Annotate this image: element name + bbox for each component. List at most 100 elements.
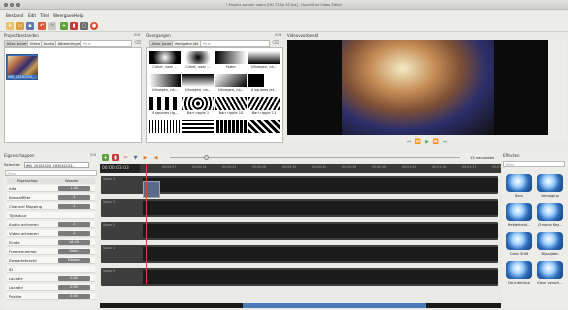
property-row[interactable]: Zwaartekracht Midden — [7, 257, 95, 264]
menu-titel[interactable]: Titel — [40, 11, 49, 20]
jump-end-icon[interactable]: ⏭ — [441, 139, 449, 146]
effect-item[interactable]: Chroma Key... — [535, 203, 565, 230]
transition-item[interactable]: Barr ripple 10 — [215, 97, 247, 117]
property-row[interactable]: Audio activeren -1 — [7, 221, 95, 228]
transition-item[interactable]: Fader — [215, 51, 247, 71]
property-value[interactable]: Geen — [58, 249, 90, 254]
snapping-icon[interactable]: ▮ — [112, 154, 119, 161]
next-marker-icon[interactable]: ◀ — [152, 154, 159, 161]
menu-weergave[interactable]: Weergave — [53, 11, 74, 20]
property-value[interactable]: -1 — [58, 231, 90, 236]
track-3[interactable]: Spoor 3 — [101, 199, 498, 217]
properties-filter-input[interactable]: Filter — [5, 170, 97, 176]
property-value[interactable]: 0.00 — [58, 285, 90, 290]
play-icon[interactable]: ▶ — [423, 139, 431, 146]
transition-item[interactable]: 4 squares rig... — [149, 97, 181, 117]
effect-item[interactable]: Bijsnijden — [535, 232, 565, 259]
property-row[interactable]: Locatie 0.00 — [7, 275, 95, 282]
menu-help[interactable]: Help — [74, 11, 84, 20]
dock-controls-icon[interactable]: ⊞⊠ — [134, 32, 141, 39]
marker-icon[interactable]: ▼ — [132, 154, 139, 161]
zoom-slider[interactable] — [170, 157, 460, 158]
property-value[interactable]: 1.00 — [58, 186, 90, 191]
new-project-icon[interactable]: + — [6, 22, 14, 30]
property-row[interactable]: ID — [7, 266, 95, 273]
transitions-title: Overgangen — [146, 33, 171, 38]
property-value[interactable]: -1 — [58, 204, 90, 209]
property-value[interactable]: -1 — [58, 222, 90, 227]
transition-item[interactable]: Cirkel, naar ... — [149, 51, 181, 71]
property-row[interactable]: Einde 16.00 — [7, 239, 95, 246]
dock-controls-icon[interactable]: ⊞⊠ — [90, 152, 97, 159]
track-1[interactable]: Spoor 1 — [101, 245, 498, 263]
property-value[interactable]: 0.00 — [58, 294, 90, 299]
scrollbar-thumb[interactable] — [243, 303, 426, 308]
transition-item[interactable] — [248, 120, 280, 140]
previous-marker-icon[interactable]: ▶ — [142, 154, 149, 161]
dock-controls-icon[interactable]: ⊞⊠ — [275, 32, 282, 39]
export-video-icon[interactable]: ● — [90, 22, 98, 30]
property-row[interactable]: Channel Mapping -1 — [7, 203, 95, 210]
import-files-icon[interactable]: + — [60, 22, 68, 30]
property-row[interactable]: Positie 0.00 — [7, 293, 95, 300]
rewind-icon[interactable]: ⏪ — [414, 139, 422, 146]
property-row[interactable]: Alfa 1.00 — [7, 185, 95, 192]
property-row[interactable]: Tijdsduur — [7, 212, 95, 219]
property-value[interactable]: 16.00 — [58, 240, 90, 245]
property-value[interactable]: Midden — [58, 258, 90, 263]
project-filter-input[interactable]: Filter — [80, 40, 132, 47]
property-row[interactable]: Video activeren -1 — [7, 230, 95, 237]
fullscreen-icon[interactable]: ▢ — [80, 22, 88, 30]
transitions-filter-input[interactable]: Filter — [200, 40, 270, 47]
effect-item[interactable]: Vervaging — [535, 174, 565, 201]
zoom-slider-handle[interactable] — [204, 155, 209, 160]
transition-item[interactable]: Barr ripple 1 — [182, 97, 214, 117]
effect-item[interactable]: Helderheid... — [504, 203, 534, 230]
effect-item[interactable]: Bars — [504, 174, 534, 201]
transition-item[interactable] — [182, 120, 214, 140]
jump-start-icon[interactable]: ⏮ — [405, 139, 413, 146]
save-project-icon[interactable]: ▪ — [26, 22, 34, 30]
effect-item[interactable]: Color Shift — [504, 232, 534, 259]
menu-bar: Bestand Edit Titel Weergave Help — [0, 11, 568, 20]
transition-item[interactable] — [215, 120, 247, 140]
transition-item[interactable]: Uitvegen, na... — [248, 51, 280, 71]
fast-forward-icon[interactable]: ⏩ — [432, 139, 440, 146]
menu-edit[interactable]: Edit — [28, 11, 36, 20]
clear-filter-icon[interactable]: ⌫ — [134, 40, 141, 47]
playhead[interactable] — [146, 164, 147, 284]
transition-item[interactable]: Uitvegen, na... — [149, 74, 181, 94]
open-project-icon[interactable]: ▭ — [16, 22, 24, 30]
effect-thumbnail — [506, 261, 532, 279]
transition-item[interactable]: Uitvegen, na... — [182, 74, 214, 94]
property-value[interactable]: 0.00 — [58, 276, 90, 281]
transition-item[interactable]: 4 squares lef... — [248, 74, 280, 94]
clear-filter-icon[interactable]: ⌫ — [272, 40, 279, 47]
profile-icon[interactable]: ▮ — [70, 22, 78, 30]
property-row[interactable]: Locatie 0.00 — [7, 284, 95, 291]
effects-filter-input[interactable]: Filter — [503, 161, 565, 167]
property-value[interactable]: -1 — [58, 195, 90, 200]
track-4[interactable]: Spoor 4 — [101, 176, 498, 194]
track-2[interactable]: Spoor 2 — [101, 222, 498, 240]
timeline-scrollbar[interactable] — [100, 303, 501, 308]
property-name: Locatie — [9, 285, 23, 290]
transition-item[interactable] — [149, 120, 181, 140]
transition-item[interactable]: Uitvegen, na... — [215, 74, 247, 94]
property-row[interactable]: Kanaalfilter -1 — [7, 194, 95, 201]
razor-icon[interactable]: ✂ — [122, 154, 129, 161]
selection-dropdown[interactable]: IMG_20181020_183042153... — [23, 162, 89, 168]
transition-item[interactable]: Barr ripple 11 — [248, 97, 280, 117]
track-0[interactable]: Spoor 0 — [101, 268, 498, 286]
menu-bestand[interactable]: Bestand — [6, 11, 23, 20]
effect-item[interactable]: De-interlace — [504, 261, 534, 288]
project-file-item[interactable]: IMG_20181020_... — [6, 54, 38, 80]
redo-icon[interactable]: ↷ — [48, 22, 56, 30]
effect-thumbnail — [537, 261, 563, 279]
undo-icon[interactable]: ↶ — [38, 22, 46, 30]
transition-item[interactable]: Cirkel, naar ... — [182, 51, 214, 71]
add-track-icon[interactable]: + — [102, 154, 109, 161]
transitions-common-button[interactable]: Veelgebruikt — [172, 40, 201, 47]
property-row[interactable]: Framenummer Geen — [7, 248, 95, 255]
effect-item[interactable]: Kleur versch... — [535, 261, 565, 288]
